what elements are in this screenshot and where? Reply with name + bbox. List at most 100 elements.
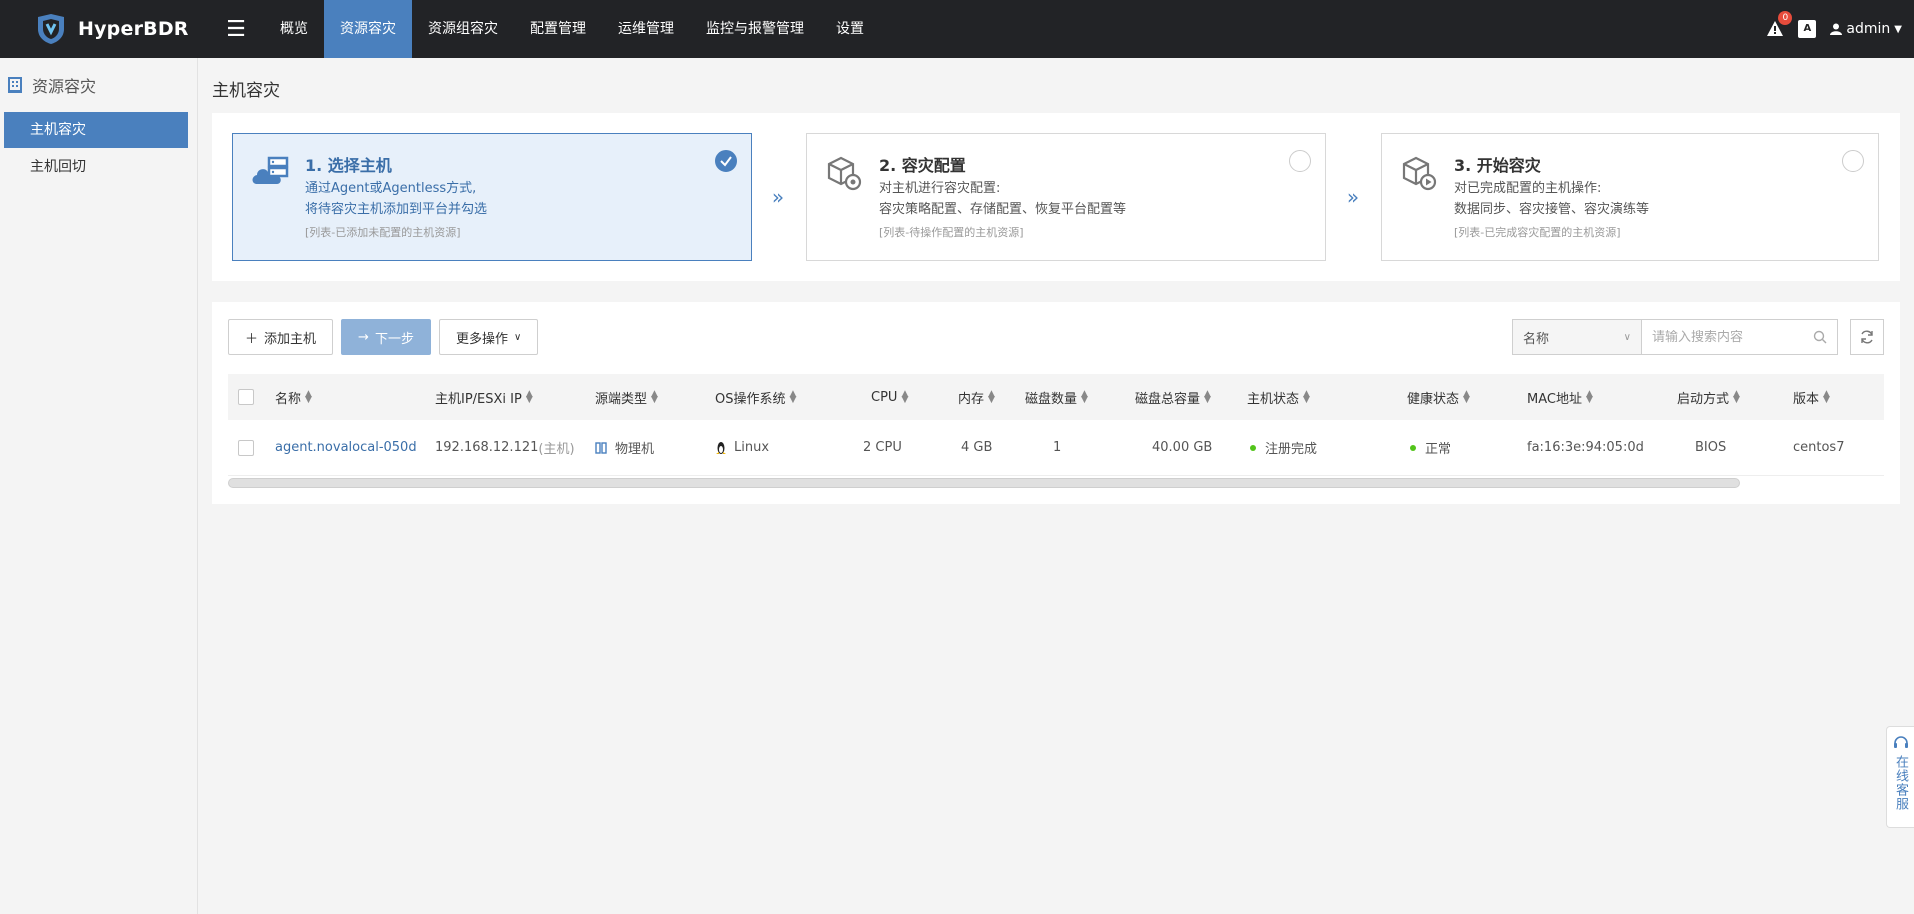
sort-icon[interactable]: ▲ ▼	[1204, 390, 1211, 405]
step-note: [列表-已添加未配置的主机资源]	[305, 226, 461, 239]
checkbox[interactable]	[238, 439, 254, 456]
memory-cell: 4 GB	[961, 440, 993, 455]
box-gear-icon	[827, 156, 862, 191]
column-header-host-status[interactable]: 主机状态 ▲ ▼	[1247, 374, 1310, 420]
nav-item-config[interactable]: 配置管理	[514, 0, 602, 58]
host-name-link[interactable]: agent.novalocal-050d	[275, 420, 417, 475]
logo[interactable]: HyperBDR	[34, 12, 214, 46]
sort-icon[interactable]: ▲ ▼	[1586, 390, 1593, 405]
nav-item-ops[interactable]: 运维管理	[602, 0, 690, 58]
column-header-source-type[interactable]: 源端类型 ▲ ▼	[595, 374, 658, 420]
refresh-button[interactable]	[1850, 319, 1884, 355]
disk-total-cell: 40.00 GB	[1152, 440, 1213, 455]
sidebar-item-host-dr[interactable]: 主机容灾	[4, 112, 188, 148]
column-header-name[interactable]: 名称 ▲ ▼	[275, 374, 312, 420]
column-header-label: 版本	[1793, 391, 1820, 407]
source-type-cell: 物理机	[595, 420, 654, 475]
column-header-boot-mode[interactable]: 启动方式 ▲ ▼	[1677, 374, 1740, 420]
host-ip-cell: 192.168.12.121 (主机)	[435, 420, 575, 475]
search-icon[interactable]	[1813, 330, 1827, 344]
refresh-icon	[1861, 330, 1873, 344]
column-header-version[interactable]: 版本 ▲ ▼	[1793, 374, 1830, 420]
select-all-checkbox[interactable]	[238, 374, 254, 420]
sort-icon[interactable]: ▲ ▼	[651, 390, 658, 405]
checkbox[interactable]	[238, 389, 254, 405]
add-host-button[interactable]: ＋ 添加主机	[228, 319, 334, 355]
chevron-down-icon: ∨	[513, 331, 522, 343]
user-menu[interactable]: admin ▼	[1830, 21, 1902, 37]
step-description: 对已完成配置的主机操作: 数据同步、容灾接管、容灾演练等	[1454, 178, 1649, 220]
app-name: HyperBDR	[78, 18, 189, 40]
column-header-label: 内存	[958, 391, 985, 407]
step-description-line: 对主机进行容灾配置:	[879, 181, 1001, 196]
host-table: 名称 ▲ ▼ 主机IP/ESXi IP ▲ ▼ 源端类型 ▲ ▼ OS操作系统 ▲ ▼ CPU ▲…	[228, 374, 1884, 476]
sort-icon[interactable]: ▲ ▼	[901, 390, 908, 405]
version-cell: centos7	[1793, 440, 1845, 455]
step-description-line: 对已完成配置的主机操作:	[1454, 181, 1602, 196]
sort-icon[interactable]: ▲ ▼	[1081, 390, 1088, 405]
nav-item-settings[interactable]: 设置	[820, 0, 880, 58]
page-title: 主机容灾	[212, 81, 280, 101]
nav-item-monitoring[interactable]: 监控与报警管理	[690, 0, 820, 58]
step-note: [列表-已完成容灾配置的主机资源]	[1454, 226, 1621, 239]
user-name: admin	[1846, 21, 1891, 37]
row-checkbox-cell[interactable]	[238, 420, 254, 475]
column-header-label: 源端类型	[595, 391, 648, 407]
nav-item-resource-dr[interactable]: 资源容灾	[324, 0, 412, 58]
sort-icon[interactable]: ▲ ▼	[1303, 390, 1310, 405]
horizontal-scrollbar[interactable]	[228, 478, 1740, 488]
column-header-label: MAC地址	[1527, 391, 1582, 407]
more-actions-dropdown[interactable]: 更多操作 ∨	[438, 319, 539, 355]
online-service-button[interactable]: 在线客服	[1886, 726, 1914, 828]
host-status: 注册完成	[1265, 442, 1318, 457]
step-select-host[interactable]: 1. 选择主机 通过Agent或Agentless方式, 将待容灾主机添加到平台…	[232, 133, 752, 261]
step-dr-config[interactable]: 2. 容灾配置 对主机进行容灾配置: 容灾策略配置、存储配置、恢复平台配置等 […	[806, 133, 1326, 261]
step-description-line: 将待容灾主机添加到平台并勾选	[305, 202, 488, 217]
table-row[interactable]: agent.novalocal-050d 192.168.12.121 (主机) …	[228, 420, 1884, 476]
column-header-health-status[interactable]: 健康状态 ▲ ▼	[1407, 374, 1470, 420]
column-header-label: CPU	[871, 389, 898, 405]
boot-mode-cell: BIOS	[1695, 440, 1727, 455]
sort-icon[interactable]: ▲ ▼	[790, 390, 797, 405]
language-icon[interactable]: A	[1798, 20, 1817, 38]
next-step-button[interactable]: → 下一步	[341, 319, 431, 355]
menu-toggle-icon[interactable]: ☰	[216, 17, 256, 42]
step-title: 1. 选择主机	[305, 156, 392, 175]
column-header-label: 启动方式	[1677, 391, 1730, 407]
user-icon	[1830, 23, 1843, 35]
sort-icon[interactable]: ▲ ▼	[1733, 390, 1740, 405]
sort-icon[interactable]: ▲ ▼	[1463, 390, 1470, 405]
disk-count-cell: 1	[1053, 440, 1062, 455]
column-header-os[interactable]: OS操作系统 ▲ ▼	[715, 374, 796, 420]
sidebar-item-host-failback[interactable]: 主机回切	[4, 149, 188, 185]
linux-penguin-icon	[716, 441, 726, 454]
column-header-label: 健康状态	[1407, 391, 1460, 407]
column-header-label: 磁盘总容量	[1135, 391, 1201, 407]
column-header-disk-total[interactable]: 磁盘总容量 ▲ ▼	[1135, 374, 1211, 420]
table-header: 名称 ▲ ▼ 主机IP/ESXi IP ▲ ▼ 源端类型 ▲ ▼ OS操作系统 ▲ ▼ CPU ▲…	[228, 374, 1884, 420]
double-chevron-right-icon: »	[1346, 185, 1360, 209]
step-start-dr[interactable]: 3. 开始容灾 对已完成配置的主机操作: 数据同步、容灾接管、容灾演练等 [列表…	[1381, 133, 1879, 261]
arrow-right-icon: →	[358, 329, 369, 345]
status-dot-icon	[1250, 444, 1256, 451]
column-header-ip[interactable]: 主机IP/ESXi IP ▲ ▼	[435, 374, 533, 420]
search-box	[1642, 319, 1838, 355]
column-header-disk-count[interactable]: 磁盘数量 ▲ ▼	[1025, 374, 1088, 420]
nav-item-resource-group-dr[interactable]: 资源组容灾	[412, 0, 514, 58]
column-header-mac[interactable]: MAC地址 ▲ ▼	[1527, 374, 1593, 420]
sort-icon[interactable]: ▲ ▼	[1823, 390, 1830, 405]
main-nav: 概览 资源容灾 资源组容灾 配置管理 运维管理 监控与报警管理 设置	[264, 0, 880, 58]
column-header-memory[interactable]: 内存 ▲ ▼	[958, 374, 995, 420]
box-play-icon	[1402, 156, 1437, 191]
search-field-select[interactable]: 名称 ∨	[1512, 319, 1642, 355]
sort-icon[interactable]: ▲ ▼	[305, 390, 312, 405]
cpu-cell: 2 CPU	[863, 440, 902, 455]
sort-icon[interactable]: ▲ ▼	[988, 390, 995, 405]
os-cell: Linux	[715, 420, 769, 475]
building-icon	[8, 77, 22, 93]
alert-button[interactable]: 0	[1766, 11, 1793, 38]
column-header-cpu[interactable]: CPU ▲ ▼	[871, 374, 908, 420]
sort-icon[interactable]: ▲ ▼	[526, 390, 533, 405]
search-input[interactable]	[1652, 329, 1812, 345]
nav-item-overview[interactable]: 概览	[264, 0, 324, 58]
